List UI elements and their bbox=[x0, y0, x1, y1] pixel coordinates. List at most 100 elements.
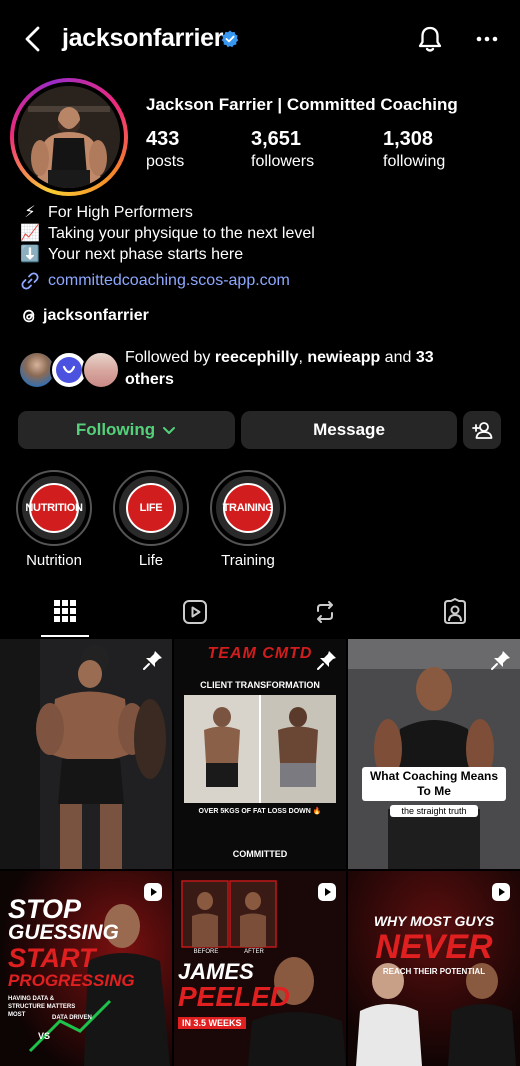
threads-handle: jacksonfarrier bbox=[43, 307, 149, 324]
mutual-avatar bbox=[82, 351, 120, 389]
mutual-user: reecephilly bbox=[214, 349, 299, 366]
post-title: What Coaching Means To Me bbox=[362, 767, 506, 801]
post-before: BEFORE bbox=[193, 949, 219, 955]
followed-by-row[interactable]: Followed by reecephilly, newieapp and 33… bbox=[18, 347, 508, 397]
bio-text: Taking your physique to the next level bbox=[48, 225, 315, 242]
tagged-icon bbox=[444, 598, 466, 624]
post-tile[interactable]: WHY MOST GUYS NEVER REACH THEIR POTENTIA… bbox=[348, 871, 520, 1066]
tab-tagged[interactable] bbox=[390, 594, 520, 638]
post-tag: DATA DRIVEN bbox=[52, 1015, 92, 1021]
stat-posts[interactable]: 433 posts bbox=[146, 128, 184, 171]
post-name: JAMES bbox=[178, 959, 254, 984]
profile-tabs bbox=[0, 594, 520, 638]
link-icon bbox=[21, 272, 39, 290]
add-person-icon bbox=[472, 422, 493, 439]
post-after: AFTER bbox=[244, 949, 264, 955]
bio-link-text: committedcoaching.scos-app.com bbox=[48, 272, 290, 289]
following-label: following bbox=[383, 153, 446, 170]
bio-line: ⬇️ Your next phase starts here bbox=[20, 244, 315, 265]
post-tile[interactable]: What Coaching Means To Me the straight t… bbox=[348, 639, 520, 869]
post-line2: GUESSING bbox=[8, 921, 119, 944]
bell-icon[interactable] bbox=[414, 23, 446, 55]
top-bar: jacksonfarrier bbox=[0, 0, 520, 80]
bio-line: 📈 Taking your physique to the next level bbox=[20, 223, 315, 244]
repost-icon bbox=[317, 601, 333, 623]
bio-link[interactable]: committedcoaching.scos-app.com bbox=[20, 271, 290, 291]
post-tile[interactable]: BEFORE AFTER JAMES PEELED IN 3.5 WEEKS bbox=[174, 871, 346, 1066]
verified-icon bbox=[221, 30, 239, 48]
tab-reposts[interactable] bbox=[260, 594, 390, 638]
post-line2: NEVER bbox=[375, 928, 493, 966]
back-icon[interactable] bbox=[18, 22, 48, 56]
bio-text: Your next phase starts here bbox=[48, 246, 244, 263]
post-tile[interactable] bbox=[0, 639, 172, 869]
suggest-user-button[interactable] bbox=[463, 411, 501, 449]
reel-icon bbox=[316, 881, 338, 903]
profile-display-name: Jackson Farrier | Committed Coaching bbox=[146, 95, 458, 114]
posts-count: 433 bbox=[146, 128, 180, 150]
post-line3: START bbox=[8, 943, 96, 973]
following-count: 1,308 bbox=[383, 128, 434, 150]
post-tile[interactable]: STOP GUESSING START PROGRESSING HAVING D… bbox=[0, 871, 172, 1066]
tab-grid[interactable] bbox=[0, 594, 130, 638]
separator: , bbox=[298, 349, 308, 366]
profile-avatar bbox=[18, 86, 120, 188]
chart-emoji-icon: 📈 bbox=[20, 225, 40, 242]
post-word: PEELED bbox=[178, 981, 291, 1012]
post-line4: PROGRESSING bbox=[8, 971, 135, 990]
mutual-count: 33 bbox=[415, 349, 434, 366]
highlight-life[interactable]: LIFE Life bbox=[112, 470, 190, 569]
tab-reels[interactable] bbox=[130, 594, 260, 638]
post-caption: OVER 5KGS OF FAT LOSS DOWN 🔥 bbox=[198, 808, 322, 815]
stat-following[interactable]: 1,308 following bbox=[383, 128, 445, 171]
bio-line: ⚡ For High Performers bbox=[20, 202, 315, 223]
bio-text: For High Performers bbox=[48, 204, 193, 221]
threads-icon bbox=[23, 309, 35, 323]
pin-icon bbox=[316, 649, 338, 671]
message-button-label: Message bbox=[313, 420, 385, 439]
message-button[interactable]: Message bbox=[241, 411, 457, 449]
highlight-badge: NUTRITION bbox=[25, 483, 83, 533]
profile-bio: ⚡ For High Performers 📈 Taking your phys… bbox=[20, 202, 315, 265]
reels-icon bbox=[183, 600, 207, 624]
post-vs: VS bbox=[38, 1031, 51, 1041]
down-arrow-emoji-icon: ⬇️ bbox=[20, 246, 40, 263]
post-weeks: IN 3.5 WEEKS bbox=[178, 1017, 246, 1029]
conjunction: and bbox=[380, 349, 416, 366]
reel-icon bbox=[490, 881, 512, 903]
highlight-badge: LIFE bbox=[126, 483, 176, 533]
following-button-label: Following bbox=[75, 420, 156, 439]
post-footer: COMMITTED bbox=[232, 849, 288, 859]
highlight-badge: TRAINING bbox=[223, 483, 274, 533]
profile-avatar-story-ring[interactable] bbox=[10, 78, 128, 196]
reel-icon bbox=[142, 881, 164, 903]
pin-icon bbox=[142, 649, 164, 671]
threads-badge[interactable]: jacksonfarrier bbox=[20, 307, 149, 325]
posts-label: posts bbox=[146, 153, 185, 170]
chevron-down-icon bbox=[163, 427, 176, 434]
post-line1: WHY MOST GUYS bbox=[373, 913, 495, 929]
profile-username: jacksonfarrier bbox=[62, 24, 224, 52]
stat-followers[interactable]: 3,651 followers bbox=[251, 128, 314, 171]
following-button[interactable]: Following bbox=[18, 411, 235, 449]
followed-by-text: Followed by reecephilly, newieapp and 33… bbox=[125, 347, 485, 391]
followers-count: 3,651 bbox=[251, 128, 302, 150]
pin-icon bbox=[490, 649, 512, 671]
post-title: CLIENT TRANSFORMATION bbox=[200, 680, 320, 690]
active-tab-indicator bbox=[41, 635, 89, 637]
post-grid: TEAM CMTD CLIENT TRANSFORMATION OVER 5KG… bbox=[0, 639, 520, 1066]
highlight-label: Training bbox=[221, 552, 275, 569]
mutual-user: newieapp bbox=[307, 349, 381, 366]
more-options-icon[interactable] bbox=[474, 26, 500, 52]
post-line1: STOP bbox=[8, 894, 82, 924]
highlight-nutrition[interactable]: NUTRITION Nutrition bbox=[15, 470, 93, 569]
highlight-training[interactable]: TRAINING Training bbox=[209, 470, 287, 569]
post-subtitle: the straight truth bbox=[390, 805, 478, 817]
highlight-label: Nutrition bbox=[26, 552, 82, 569]
post-tile[interactable]: TEAM CMTD CLIENT TRANSFORMATION OVER 5KG… bbox=[174, 639, 346, 869]
post-line3: REACH THEIR POTENTIAL bbox=[382, 967, 486, 976]
highlight-label: Life bbox=[138, 552, 164, 569]
followed-by-prefix: Followed by bbox=[125, 349, 215, 366]
grid-icon bbox=[54, 600, 76, 622]
mutual-others: others bbox=[125, 371, 174, 388]
